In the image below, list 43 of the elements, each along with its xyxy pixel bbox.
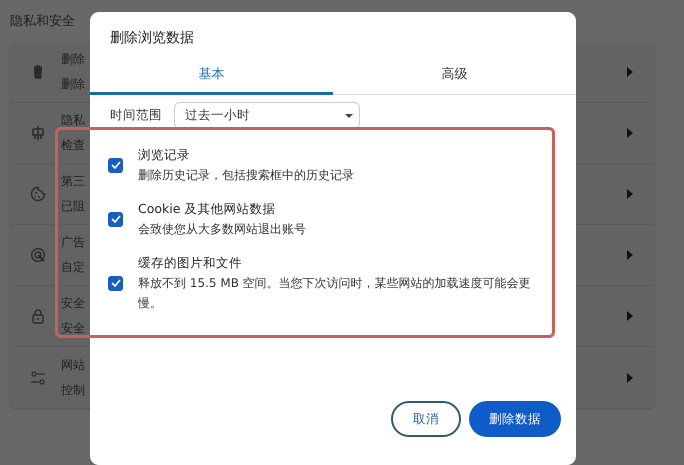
tab[interactable]: 高级 — [333, 59, 576, 95]
row-title: 广告 — [61, 236, 86, 249]
chevron-icon — [627, 189, 633, 199]
option-description: 释放不到 15.5 MB 空间。当您下次访问时，某些网站的加载速度可能会更慢。 — [138, 275, 532, 312]
row-title: 隐私 — [61, 114, 86, 127]
row-subtitle: 删除 — [61, 78, 86, 91]
checkmark-icon — [110, 215, 120, 223]
chevron-icon — [627, 372, 633, 382]
chevron-icon — [627, 128, 633, 138]
cookie-icon — [30, 186, 46, 202]
sliders-icon — [30, 370, 46, 386]
row-title: 第三 — [61, 175, 86, 188]
row-subtitle: 已阻 — [61, 200, 86, 213]
row-title: 网站 — [61, 358, 86, 372]
cancel-button[interactable]: 取消 — [391, 401, 461, 437]
row-subtitle: 控制 — [61, 384, 86, 396]
option-title: Cookie 及其他网站数据 — [138, 200, 276, 218]
row-subtitle: 检查 — [61, 139, 86, 152]
option-description: 会致使您从大多数网站退出账号 — [138, 221, 307, 238]
section-title: 隐私和安全 — [10, 13, 75, 31]
checkbox[interactable] — [108, 158, 123, 172]
field-label: 时间范围 — [110, 107, 162, 124]
option-description: 删除历史记录，包括搜索框中的历史记录 — [138, 167, 355, 184]
caret-icon — [345, 114, 353, 118]
checkbox[interactable] — [108, 212, 123, 226]
chevron-icon — [627, 250, 633, 260]
row-subtitle: 自定 — [61, 261, 86, 274]
checkmark-icon — [110, 161, 120, 169]
option-title: 浏览记录 — [138, 146, 191, 164]
chevron-icon — [627, 311, 633, 321]
tab[interactable]: 基本 — [90, 59, 333, 95]
option-title: 缓存的图片和文件 — [138, 254, 243, 272]
target-icon — [30, 247, 46, 263]
row-subtitle: 安全 — [61, 322, 86, 335]
lock-icon — [30, 308, 46, 324]
checkbox[interactable] — [108, 276, 123, 290]
delete-data-button[interactable]: 删除数据 — [469, 401, 561, 437]
row-title: 安全 — [61, 297, 86, 310]
checkmark-icon — [110, 279, 120, 287]
chevron-icon — [627, 67, 633, 77]
time-range-dropdown[interactable]: 过去一小时 — [174, 102, 360, 129]
dialog-title: 删除浏览数据 — [109, 29, 195, 48]
row-title: 删除 — [61, 53, 86, 66]
